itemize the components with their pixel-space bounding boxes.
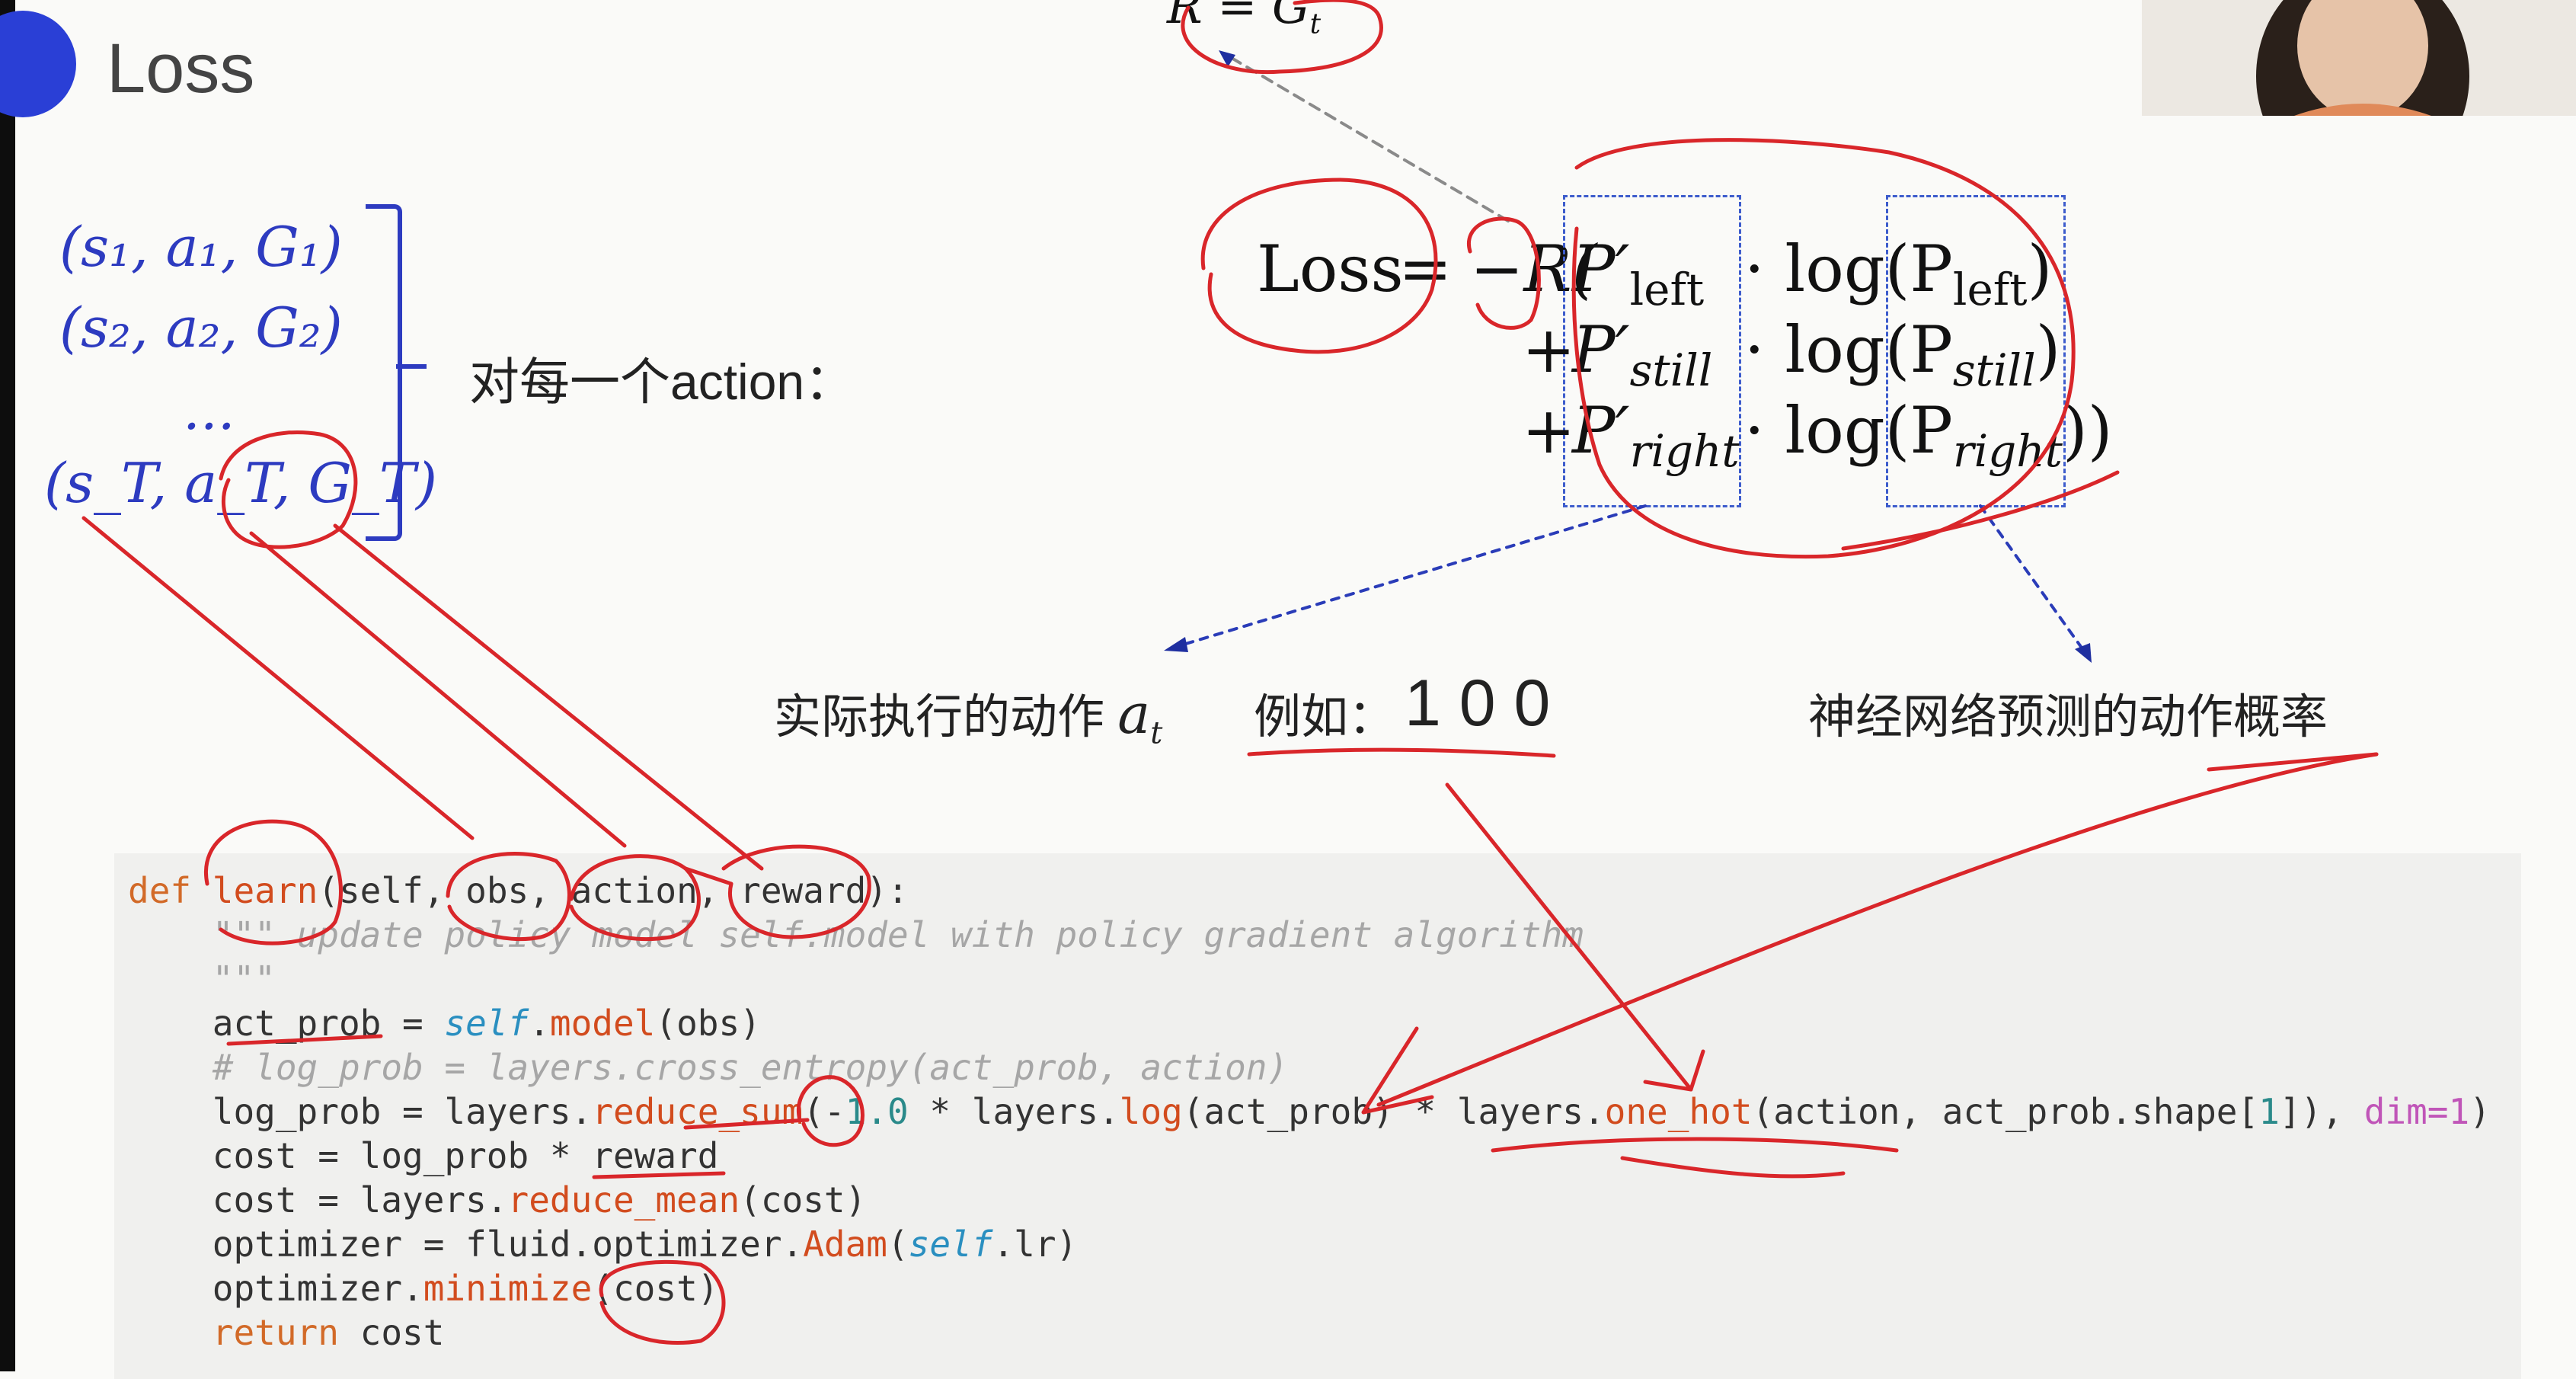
- ink-underline-example: [1247, 747, 1556, 758]
- ink-circle-g-t: [219, 430, 358, 549]
- ink-underline-reduce-sum: [683, 1118, 810, 1130]
- ink-arrow-example: [1445, 782, 1693, 1092]
- ink-circle-top-label: [1181, 0, 1383, 75]
- ink-circle-loss: [1200, 178, 1438, 354]
- ink-underline-one-hot: [1491, 1137, 1899, 1153]
- pointer-line-target: [1171, 504, 1647, 649]
- ink-circle-cost: [599, 1259, 726, 1345]
- arrowhead-target: [1164, 637, 1188, 652]
- arrowhead-predicted: [2075, 643, 2092, 663]
- ink-circle-action: [569, 854, 701, 942]
- ink-circle-reward: [721, 844, 871, 939]
- ink-circle-minus-one: [797, 1075, 865, 1147]
- ink-circle-formula: [1571, 138, 2076, 559]
- ink-line-a-t: [249, 531, 627, 848]
- ink-underline-reward: [592, 1171, 726, 1179]
- pointer-line-r-to-g: [1225, 53, 1510, 222]
- ink-circle-obs: [446, 852, 571, 942]
- annotation-overlay: [81, 0, 2379, 1345]
- ink-line-s-t: [81, 516, 475, 840]
- ink-circle-minus-r: [1466, 216, 1541, 330]
- ink-arrow-predicted: [1376, 752, 2379, 1107]
- ink-line-g-t: [333, 523, 764, 871]
- ink-circle-learn: [204, 819, 343, 945]
- ink-underline-act-prob: [226, 1034, 383, 1046]
- pointer-line-predicted: [1979, 504, 2089, 657]
- ink-underline-one-hot-2: [1620, 1156, 1846, 1179]
- ink-arrow-predicted-head: [1361, 1026, 1434, 1115]
- ink-underline-predicted: [2207, 752, 2379, 772]
